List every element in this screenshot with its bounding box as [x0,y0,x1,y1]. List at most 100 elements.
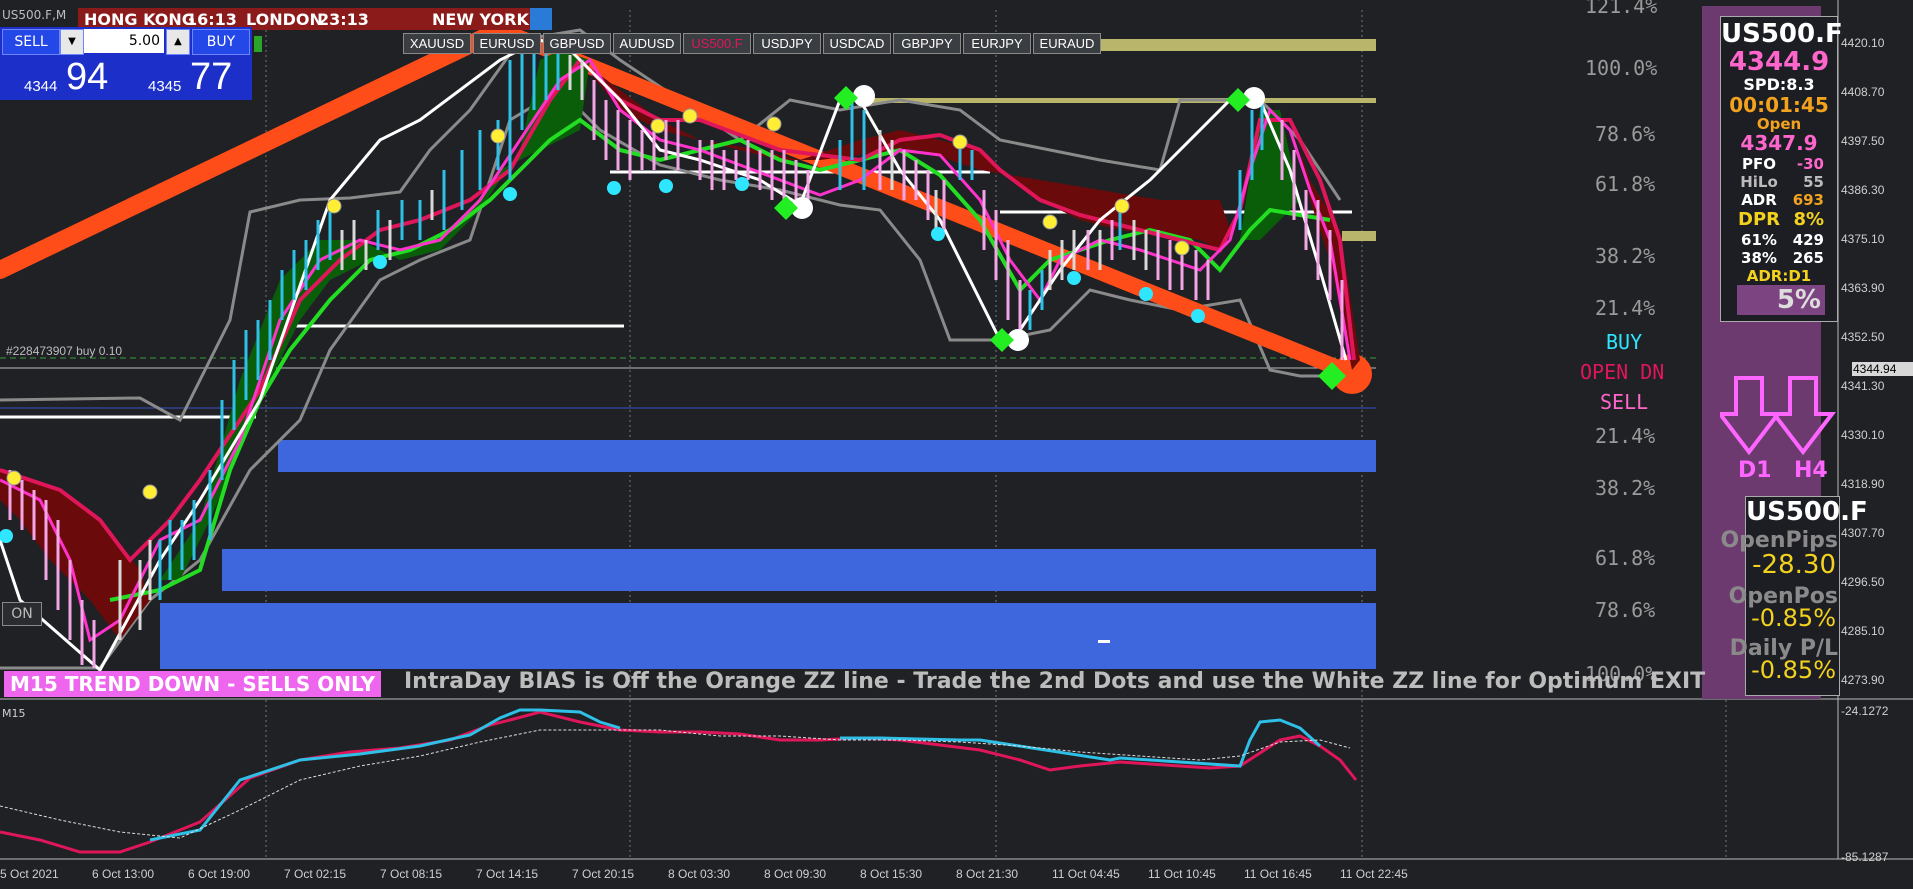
info-dpr-label: DPR [1738,209,1780,230]
info-dpr: 8% [1793,209,1824,230]
price-tick: 4363.90 [1841,281,1885,295]
price-tick: 4420.10 [1841,36,1885,50]
lot-input[interactable]: 5.00 [84,29,164,53]
fib-upper-38: 38.2% [1595,244,1656,268]
info-hilo: 55 [1803,173,1824,191]
fib-lower-21: 21.4% [1595,424,1656,448]
info-adr: 693 [1792,191,1824,209]
open-pips-value: -28.30 [1752,550,1836,580]
time-tick: 5 Oct 2021 [0,867,59,881]
session-newyork: NEW YORK [432,10,529,29]
info-price: 4344.9 [1728,47,1830,77]
tab-eurusd[interactable]: EURUSD [473,33,541,54]
info-r61: 429 [1792,231,1824,249]
time-tick: 11 Oct 10:45 [1148,867,1216,881]
fib-upper-21: 21.4% [1595,296,1656,320]
arrow-h4-label: H4 [1794,458,1828,483]
blue-zones [160,440,1376,669]
time-tick: 8 Oct 09:30 [764,867,827,881]
time-tick: 8 Oct 21:30 [956,867,1019,881]
fib-upper-61: 61.8% [1595,172,1656,196]
time-tick: 7 Oct 02:15 [284,867,347,881]
time-tick: 6 Oct 19:00 [188,867,251,881]
sell-price-big: 94 [66,56,109,98]
signal-open: OPEN DN [1580,360,1665,384]
info-pfo: -30 [1796,155,1824,173]
info-open-price: 4347.9 [1740,131,1818,155]
buy-price-small: 4345 [148,78,182,95]
price-tick: 4397.50 [1841,134,1885,148]
tab-eurjpy[interactable]: EURJPY [963,33,1031,54]
window-title: US500.F,M [2,8,67,22]
sell-price-small: 4344 [24,78,58,95]
chart-area[interactable]: US500.F,M HONG KONG 16:13 LONDON 23:13 N… [0,0,1913,889]
info-spread: SPD:8.3 [1743,75,1815,94]
tab-usdcad[interactable]: USDCAD [823,33,891,54]
symbol-info-box: US500.F 4344.9 SPD:8.3 00:01:45 Open 434… [1720,16,1843,322]
cyan-dots [0,177,1205,543]
time-tick: 11 Oct 16:45 [1244,867,1312,881]
price-tick: 4285.10 [1841,624,1885,638]
price-tick: 4330.10 [1841,428,1885,442]
price-tick: 4307.70 [1841,526,1885,540]
info-hilo-label: HiLo [1740,173,1778,191]
fib-lower-78: 78.6% [1595,598,1656,622]
time-tick: 11 Oct 22:45 [1340,867,1408,881]
on-toggle-button[interactable]: ON [2,602,42,626]
sub-axis-top: -24.1272 [1841,704,1889,718]
time-tick: 7 Oct 08:15 [380,867,443,881]
lot-increase-icon[interactable]: ▲ [166,29,190,55]
fib-upper-100: 100.0% [1585,56,1658,80]
trade-panel-indicator [254,36,262,52]
current-price-label: 4344.94 [1853,362,1897,376]
tab-gbpjpy[interactable]: GBPJPY [893,33,961,54]
buy-price-big: 77 [190,56,233,98]
session-marker [530,8,552,30]
sell-price[interactable]: 4344 94 [4,56,124,98]
tab-euraud[interactable]: EURAUD [1033,33,1101,54]
daily-pl-value: -0.85% [1751,656,1836,684]
price-tick: 4386.30 [1841,183,1885,197]
fib-upper-78: 78.6% [1595,122,1656,146]
trend-banner: M15 TREND DOWN - SELLS ONLY [4,671,382,697]
price-tick: 4408.70 [1841,85,1885,99]
time-tick: 11 Oct 04:45 [1052,867,1120,881]
buy-button[interactable]: BUY [192,29,250,55]
bias-banner: IntraDay BIAS is Off the Orange ZZ line … [404,669,1706,694]
sub-window-label: M15 [2,707,26,720]
fib-lower-38: 38.2% [1595,476,1656,500]
info-r38-label: 38% [1741,249,1777,267]
price-tick: 4318.90 [1841,477,1885,491]
info-symbol: US500.F [1721,19,1843,49]
one-click-trade-panel: SELL ▼ 5.00 ▲ BUY 4344 94 4345 77 [0,27,252,100]
buy-price[interactable]: 4345 77 [128,56,248,98]
price-tick: 4296.50 [1841,575,1885,589]
fib-lower-61: 61.8% [1595,546,1656,570]
down-arrows-icon [1720,376,1837,456]
tab-audusd[interactable]: AUDUSD [613,33,681,54]
time-tick: 8 Oct 15:30 [860,867,923,881]
info-timer: 00:01:45 [1729,93,1829,117]
session-london: LONDON [246,10,323,29]
session-london-time: 23:13 [318,10,369,29]
info-adr-tf: ADR:D1 [1746,267,1812,285]
price-tick: 4375.10 [1841,232,1885,246]
info-r61-label: 61% [1741,231,1777,249]
tab-xauusd[interactable]: XAUUSD [403,33,471,54]
time-tick: 7 Oct 20:15 [572,867,635,881]
arrow-d1-label: D1 [1738,458,1772,483]
info-adr-label: ADR [1741,191,1777,209]
info-pfo-label: PFO [1742,155,1776,173]
sell-button[interactable]: SELL [2,29,60,55]
time-tick: 8 Oct 03:30 [668,867,731,881]
pos-symbol: US500.F [1746,497,1868,527]
tab-gbpusd[interactable]: GBPUSD [543,33,611,54]
sub-red-line [0,710,1358,854]
lot-decrease-icon[interactable]: ▼ [60,29,84,55]
tab-usdjpy[interactable]: USDJPY [753,33,821,54]
tab-us500[interactable]: US500.F [683,33,751,54]
info-percent: 5% [1737,285,1825,315]
order-label[interactable]: #228473907 buy 0.10 [6,344,122,358]
info-r38: 265 [1792,249,1824,267]
price-tick: 4273.90 [1841,673,1885,687]
